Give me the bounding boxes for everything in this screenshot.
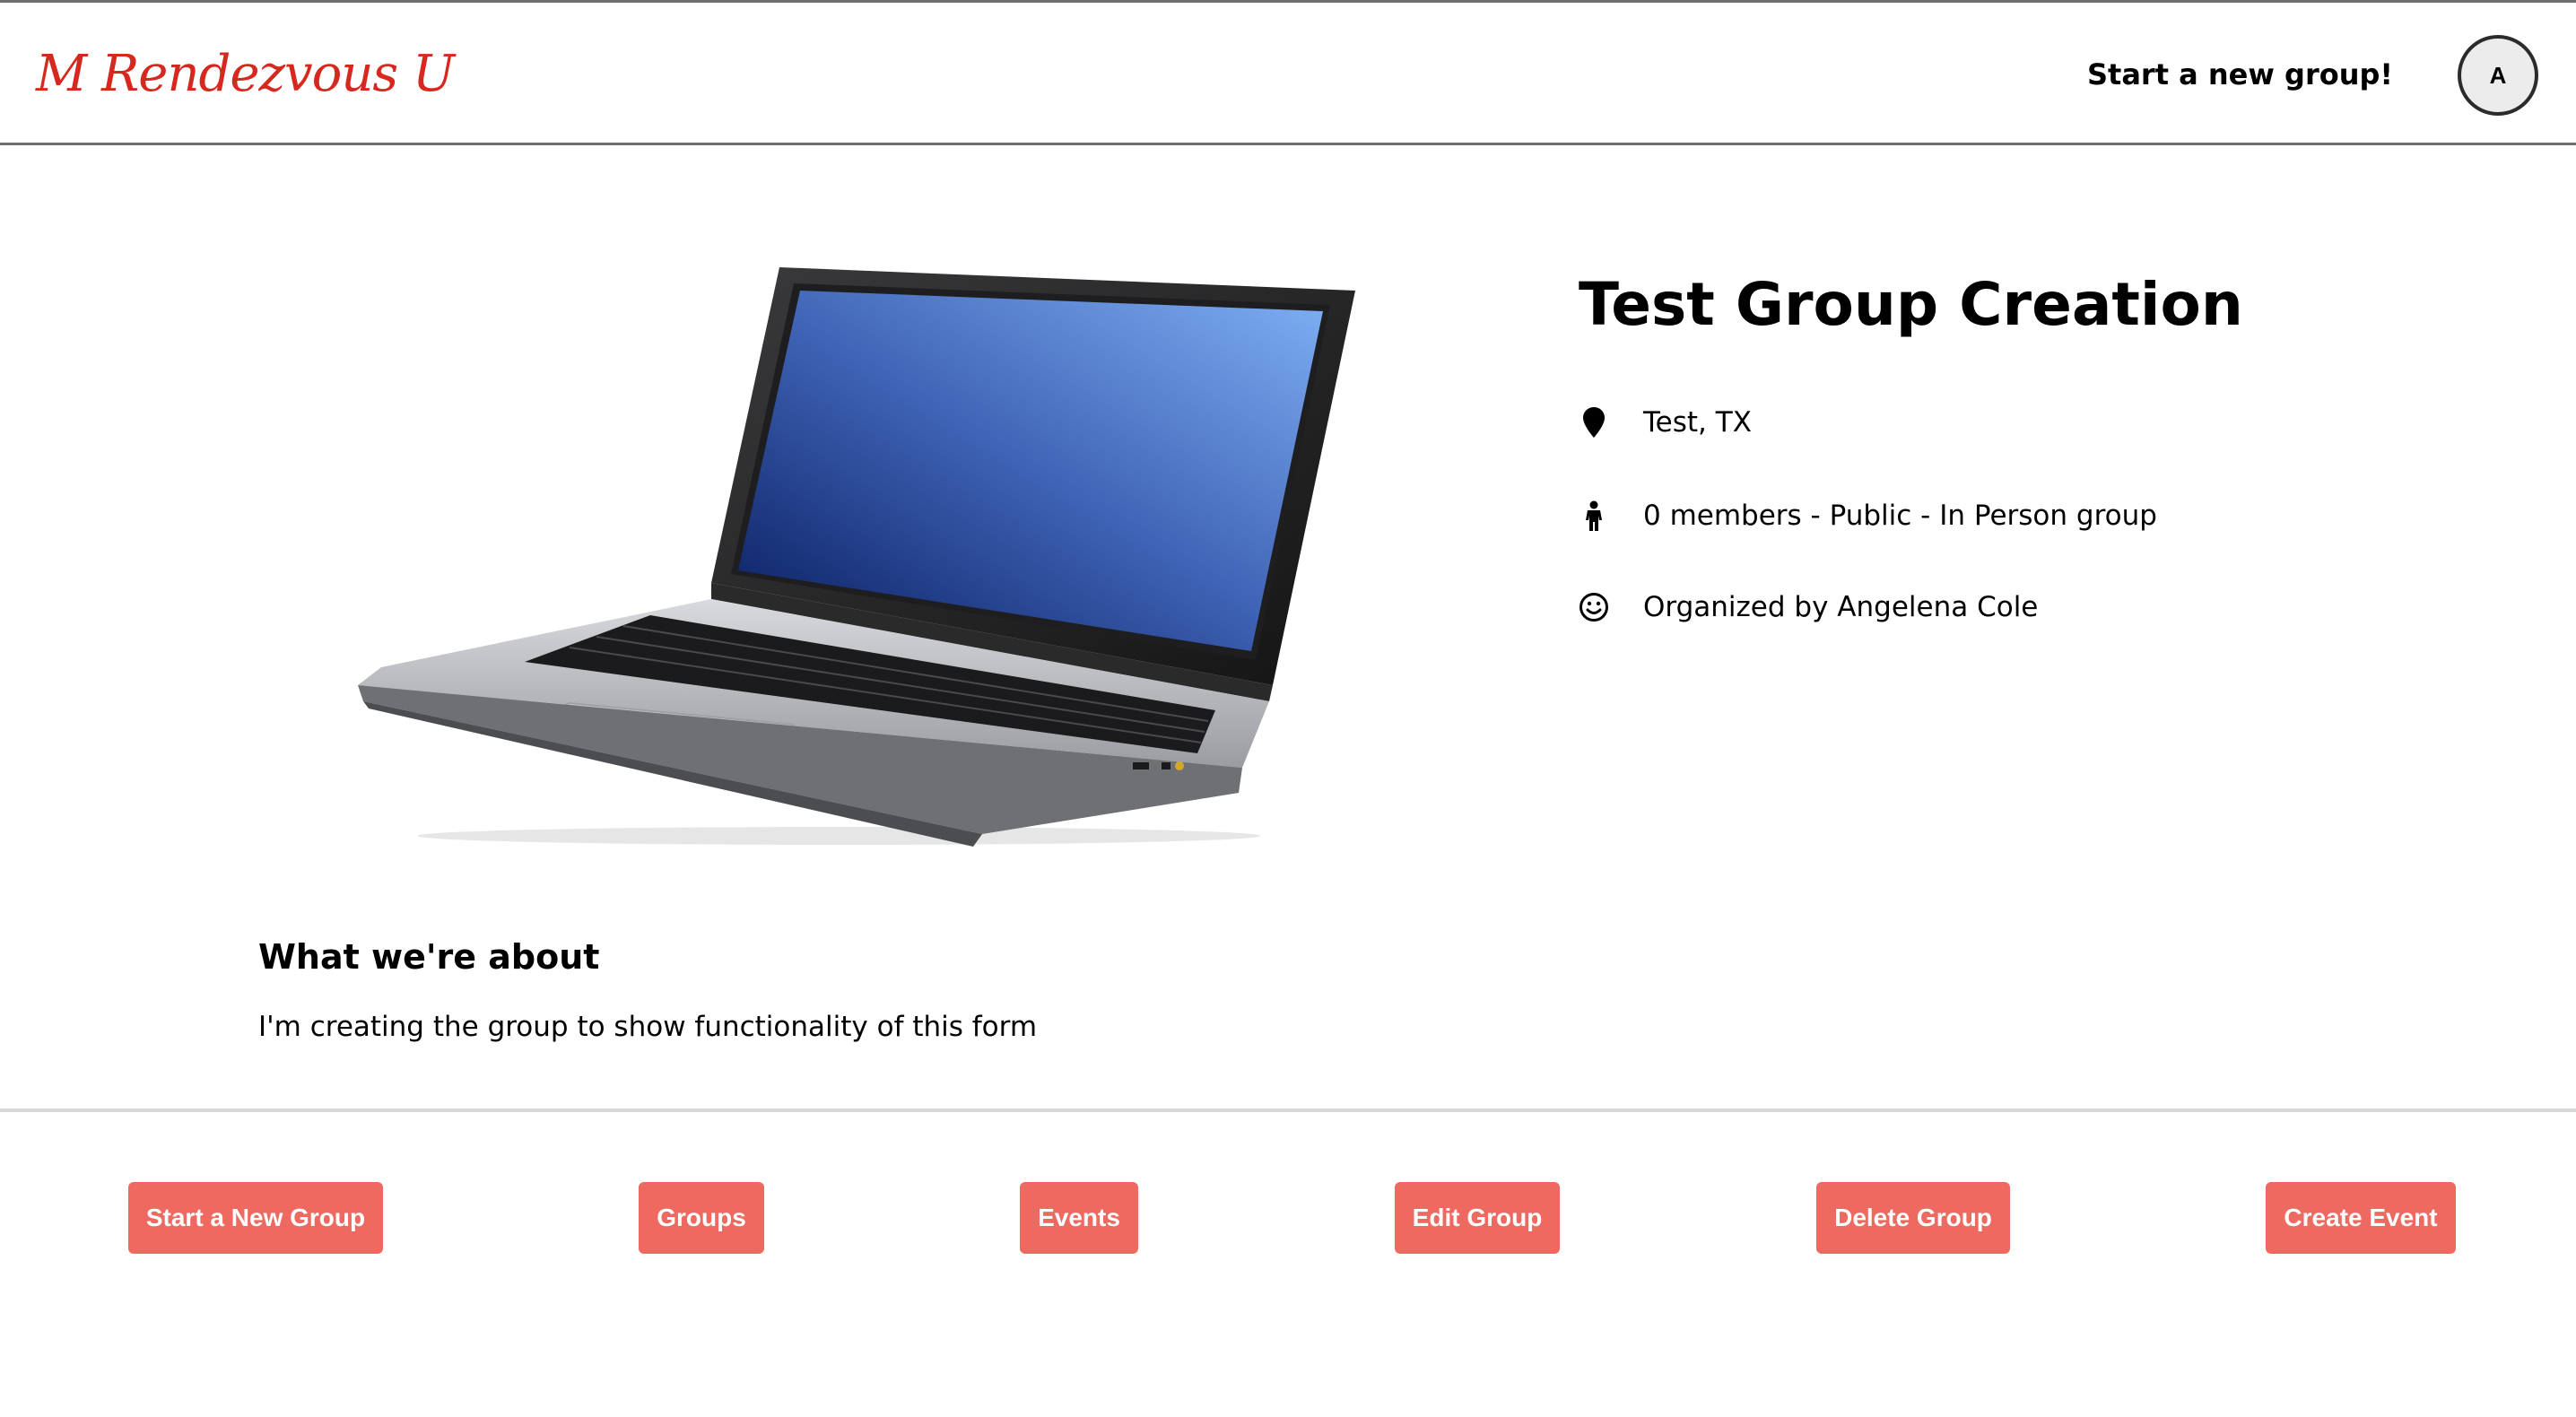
map-pin-icon [1579, 404, 1609, 440]
events-button[interactable]: Events [1020, 1182, 1138, 1254]
user-avatar-button[interactable]: A [2458, 35, 2538, 116]
person-icon [1579, 498, 1609, 534]
delete-group-button[interactable]: Delete Group [1816, 1182, 2010, 1254]
group-members-text: 0 members - Public - In Person group [1643, 500, 2157, 532]
groups-button[interactable]: Groups [639, 1182, 764, 1254]
group-organizer-text: Organized by Angelena Cole [1643, 591, 2039, 623]
group-location: Test, TX [1579, 400, 1752, 445]
start-new-group-button[interactable]: Start a New Group [128, 1182, 383, 1254]
site-logo[interactable]: M Rendezvous U [36, 39, 455, 110]
top-nav: M Rendezvous U Start a new group! A [0, 0, 2576, 145]
group-members-info: 0 members - Public - In Person group [1579, 493, 2157, 538]
section-divider [0, 1108, 2576, 1112]
create-event-button[interactable]: Create Event [2266, 1182, 2456, 1254]
group-organizer: Organized by Angelena Cole [1579, 585, 2038, 630]
start-new-group-link[interactable]: Start a new group! [2087, 49, 2393, 100]
about-text: I'm creating the group to show functiona… [258, 1011, 1038, 1043]
edit-group-button[interactable]: Edit Group [1395, 1182, 1560, 1254]
smiley-icon [1579, 589, 1609, 625]
group-image [358, 267, 1355, 847]
about-heading: What we're about [258, 937, 600, 977]
group-title: Test Group Creation [1579, 270, 2243, 339]
group-location-text: Test, TX [1643, 406, 1752, 439]
